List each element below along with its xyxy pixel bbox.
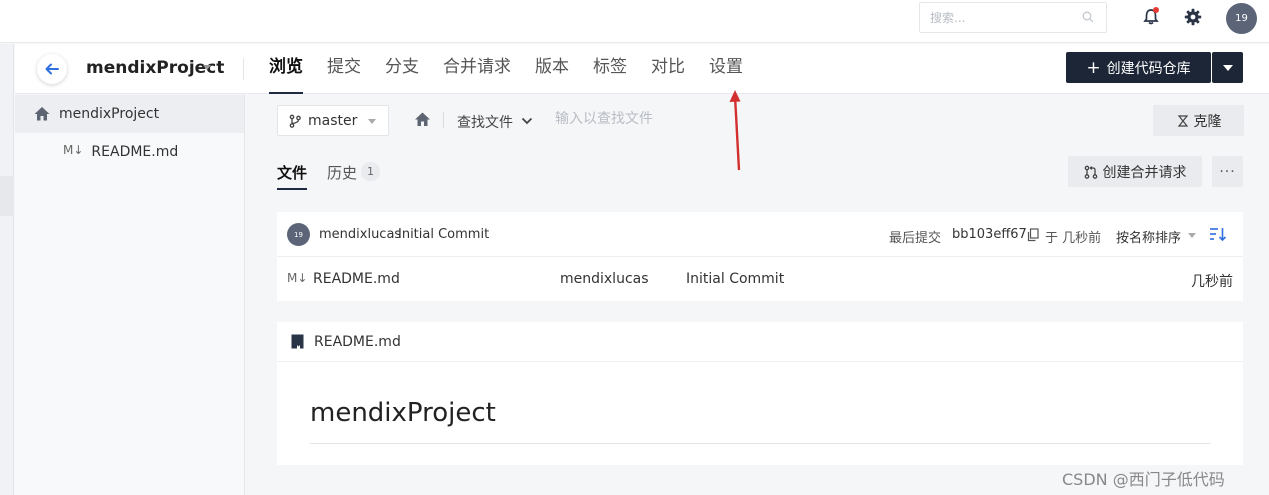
branch-icon xyxy=(289,114,301,128)
project-tabs: 浏览 提交 分支 合并请求 版本 标签 对比 设置 xyxy=(269,44,767,94)
gear-icon[interactable] xyxy=(1184,8,1202,26)
tab-releases[interactable]: 版本 xyxy=(535,44,569,94)
caret-down-icon xyxy=(368,119,376,124)
branch-selector[interactable]: master xyxy=(277,105,389,136)
tab-history[interactable]: 历史 xyxy=(327,162,357,183)
user-avatar[interactable]: 19 xyxy=(1226,3,1257,34)
left-strip-marker xyxy=(0,176,14,216)
path-divider xyxy=(443,112,444,128)
plus-icon: + xyxy=(1086,57,1101,78)
file-name[interactable]: README.md xyxy=(313,271,400,287)
tab-merge-requests[interactable]: 合并请求 xyxy=(443,44,511,94)
arrow-left-icon xyxy=(45,63,59,75)
caret-down-icon xyxy=(1222,64,1233,71)
annotation-arrow xyxy=(729,90,741,171)
project-caret-icon[interactable] xyxy=(203,65,211,70)
branch-name: master xyxy=(308,112,358,129)
history-count-badge: 1 xyxy=(361,162,380,181)
project-header: mendixProject 浏览 提交 分支 合并请求 版本 标签 对比 设置 … xyxy=(15,44,1269,94)
file-commit-message[interactable]: Initial Commit xyxy=(686,271,784,287)
global-search[interactable] xyxy=(919,2,1107,33)
readme-panel: README.md mendixProject xyxy=(277,322,1243,465)
caret-down-icon xyxy=(1188,233,1196,238)
markdown-icon: M↓ xyxy=(287,271,308,285)
create-repo-dropdown[interactable] xyxy=(1212,52,1243,83)
sort-dropdown[interactable]: 按名称排序 xyxy=(1116,227,1181,246)
readme-header: README.md xyxy=(277,322,1243,362)
tab-files[interactable]: 文件 xyxy=(277,162,308,190)
commit-time: 于 几秒前 xyxy=(1045,231,1102,246)
book-icon xyxy=(291,334,304,349)
readme-heading: mendixProject xyxy=(310,398,496,428)
find-file-input[interactable] xyxy=(555,111,705,127)
header-divider xyxy=(243,58,244,80)
more-options-button[interactable]: ··· xyxy=(1212,156,1243,187)
watermark: CSDN @西门子低代码 xyxy=(1062,470,1225,489)
copy-icon[interactable] xyxy=(1027,228,1040,242)
tab-branches[interactable]: 分支 xyxy=(385,44,419,94)
chevron-down-icon[interactable] xyxy=(521,116,533,126)
markdown-icon: M↓ xyxy=(63,143,84,157)
files-table: 19 mendixlucas Initial Commit 最后提交 bb103… xyxy=(277,212,1243,301)
top-bar: 19 xyxy=(0,0,1269,43)
tab-tags[interactable]: 标签 xyxy=(593,44,627,94)
clone-button[interactable]: 克隆 xyxy=(1153,105,1244,136)
commit-hash[interactable]: bb103eff67 xyxy=(952,227,1027,242)
create-merge-request-button[interactable]: 创建合并请求 xyxy=(1068,156,1202,187)
readme-filename: README.md xyxy=(314,334,401,350)
commit-author[interactable]: mendixlucas xyxy=(319,227,401,242)
tab-compare[interactable]: 对比 xyxy=(651,44,685,94)
table-row[interactable]: M↓ README.md mendixlucas Initial Commit … xyxy=(277,258,1243,301)
tab-browse[interactable]: 浏览 xyxy=(269,44,303,94)
last-commit-label: 最后提交 xyxy=(889,231,942,246)
sidebar-item-label: mendixProject xyxy=(59,106,160,122)
search-icon xyxy=(1082,11,1094,23)
avatar: 19 xyxy=(287,223,310,246)
clone-icon xyxy=(1177,114,1188,127)
clone-label: 克隆 xyxy=(1193,113,1222,130)
merge-request-icon xyxy=(1084,165,1097,179)
file-time: 几秒前 xyxy=(1191,274,1233,290)
left-strip xyxy=(0,44,14,495)
search-input[interactable] xyxy=(920,3,1070,32)
home-icon xyxy=(34,107,50,121)
sort-order-icon[interactable] xyxy=(1209,226,1227,242)
create-repo-button[interactable]: + 创建代码仓库 xyxy=(1066,52,1211,83)
back-button[interactable] xyxy=(37,54,67,84)
latest-commit-row: 19 mendixlucas Initial Commit 最后提交 bb103… xyxy=(277,212,1243,257)
home-icon[interactable] xyxy=(414,111,431,127)
create-repo-label: 创建代码仓库 xyxy=(1106,60,1191,77)
sidebar-item-label: README.md xyxy=(91,144,179,160)
file-tree-sidebar: mendixProject M↓ README.md xyxy=(15,95,245,495)
sidebar-item-project[interactable]: mendixProject xyxy=(15,95,244,133)
notification-dot xyxy=(1153,7,1159,13)
sidebar-item-readme[interactable]: M↓ README.md xyxy=(15,133,244,171)
file-author: mendixlucas xyxy=(560,271,649,287)
commit-message[interactable]: Initial Commit xyxy=(398,227,489,242)
tab-commits[interactable]: 提交 xyxy=(327,44,361,94)
find-file-button[interactable]: 查找文件 xyxy=(457,112,513,132)
divider xyxy=(310,443,1211,444)
merge-request-label: 创建合并请求 xyxy=(1102,164,1187,181)
tab-settings[interactable]: 设置 xyxy=(709,44,743,94)
